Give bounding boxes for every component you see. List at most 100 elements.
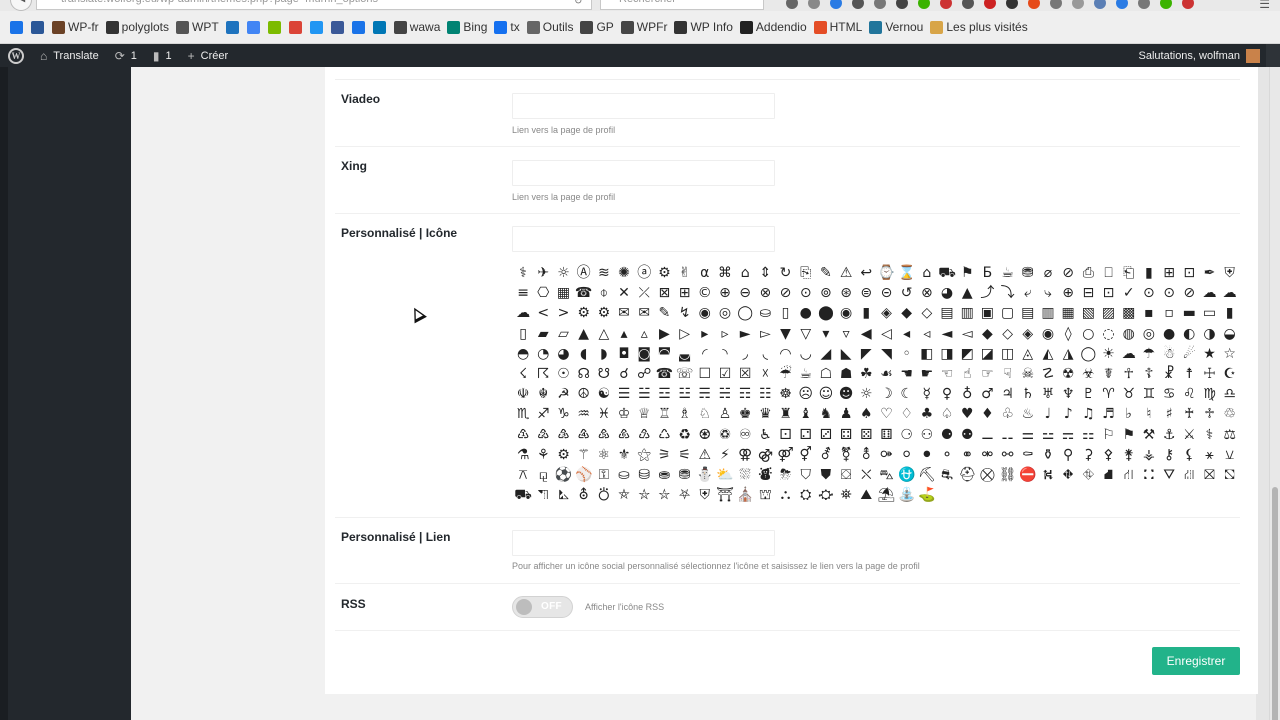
icon-option-icon[interactable]: ⚴ [1098,445,1118,465]
icon-option-icon[interactable]: ◈ [876,303,896,323]
icon-option-icon[interactable]: ⊜ [856,283,876,303]
icon-option-icon[interactable]: ♮ [1139,404,1159,424]
icon-option-icon[interactable]: ⚣ [755,445,775,465]
back-button[interactable]: ◀ [10,0,32,11]
icon-option-icon[interactable]: ⚖ [1220,425,1240,445]
icon-option-icon[interactable]: ◛ [675,344,695,364]
icon-option-icon[interactable]: ⛦ [654,485,674,505]
icon-option-icon[interactable]: ⚼ [533,465,553,485]
icon-option-icon[interactable]: ◌ [1098,324,1118,344]
icon-option-icon[interactable]: ⛓ [998,465,1018,485]
icon-option-icon[interactable]: ♑ [553,404,573,424]
icon-option-icon[interactable]: ⊡ [1179,263,1199,283]
ext-icon[interactable] [1116,0,1128,9]
icon-option-icon[interactable]: ♲ [1220,404,1240,424]
icon-option-icon[interactable]: ☧ [1159,364,1179,384]
icon-option-icon[interactable]: ⚀ [775,425,795,445]
icon-option-icon[interactable]: ◥ [876,344,896,364]
icon-option-icon[interactable]: ☪ [1220,364,1240,384]
icon-option-icon[interactable]: ⚬ [937,445,957,465]
icon-option-icon[interactable]: ♁ [957,384,977,404]
bookmark-item[interactable]: WP Info [672,20,734,34]
icon-option-icon[interactable]: ♊ [1139,384,1159,404]
icon-option-icon[interactable]: ☖ [816,364,836,384]
icon-option-icon[interactable]: ↻ [775,263,795,283]
icon-option-icon[interactable]: ✌ [675,263,695,283]
icon-option-icon[interactable]: ♤ [937,404,957,424]
icon-option-icon[interactable]: ↯ [675,303,695,323]
icon-option-icon[interactable]: ☨ [1179,364,1199,384]
icon-option-icon[interactable]: ☀ [1098,344,1118,364]
url-field[interactable]: translate.wolforg.eu/wp-admin/themes.php… [36,0,592,10]
icon-option-icon[interactable]: ♒ [574,404,594,424]
icon-option-icon[interactable]: ⚶ [1139,445,1159,465]
icon-option-icon[interactable]: ⚙ [553,445,573,465]
bookmark-item[interactable] [350,20,368,34]
icon-option-icon[interactable]: ♾ [735,425,755,445]
icon-option-icon[interactable]: ⚩ [876,445,896,465]
icon-option-icon[interactable]: ▣ [977,303,997,323]
icon-option-icon[interactable]: ☷ [755,384,775,404]
icon-option-icon[interactable]: ♎ [1220,384,1240,404]
ext-icon[interactable] [962,0,974,9]
icon-option-icon[interactable]: ⛧ [675,485,695,505]
icon-option-icon[interactable]: ☕ [998,263,1018,283]
icon-option-icon[interactable]: ⛝ [1199,465,1219,485]
icon-option-icon[interactable]: ⛮ [816,485,836,505]
icon-option-icon[interactable]: ⚑ [1119,425,1139,445]
icon-option-icon[interactable]: ♛ [755,404,775,424]
icon-option-icon[interactable]: ▲ [957,283,977,303]
icon-option-icon[interactable]: ☿ [917,384,937,404]
icon-option-icon[interactable]: ◎ [715,303,735,323]
icon-option-icon[interactable]: ♃ [998,384,1018,404]
page-scrollbar[interactable] [1269,67,1280,720]
icon-option-icon[interactable]: ⛙ [1119,465,1139,485]
icon-option-icon[interactable]: ☞ [977,364,997,384]
icon-option-icon[interactable]: ⛣ [594,485,614,505]
icon-option-icon[interactable]: ☒ [735,364,755,384]
icon-option-icon[interactable]: ◇ [917,303,937,323]
icon-option-icon[interactable]: ⌀ [1038,263,1058,283]
icon-option-icon[interactable]: ♯ [1159,404,1179,424]
icon-option-icon[interactable]: ✓ [1119,283,1139,303]
icon-option-icon[interactable]: ☠ [1018,364,1038,384]
icon-option-icon[interactable]: ♐ [533,404,553,424]
icon-option-icon[interactable]: ⚚ [574,445,594,465]
icon-option-icon[interactable]: ✺ [614,263,634,283]
bookmark-item[interactable] [371,20,389,34]
icon-option-icon[interactable]: ⛃ [1018,263,1038,283]
icon-option-icon[interactable]: ☛ [917,364,937,384]
icon-option-icon[interactable]: ♂ [977,384,997,404]
icon-option-icon[interactable]: < [533,303,553,323]
icon-option-icon[interactable]: ⊘ [775,283,795,303]
icon-option-icon[interactable]: ⤵ [998,283,1018,303]
icon-option-icon[interactable]: ☩ [1199,364,1219,384]
icon-option-icon[interactable]: ☶ [735,384,755,404]
icon-option-icon[interactable]: ♨ [1018,404,1038,424]
icon-option-icon[interactable]: ⚭ [957,445,977,465]
icon-option-icon[interactable]: ♣ [917,404,937,424]
icon-option-icon[interactable]: ⚧ [836,445,856,465]
icon-option-icon[interactable]: ▾ [816,324,836,344]
icon-option-icon[interactable]: ♟ [836,404,856,424]
icon-option-icon[interactable]: ⤫ [634,283,654,303]
icon-option-icon[interactable]: ⚃ [836,425,856,445]
icon-option-icon[interactable]: ☇ [513,364,533,384]
icon-option-icon[interactable]: ▪ [1139,303,1159,323]
icon-option-icon[interactable]: ⛁ [634,465,654,485]
icon-option-icon[interactable]: ♻ [675,425,695,445]
icon-option-icon[interactable]: ◩ [957,344,977,364]
icon-option-icon[interactable]: ⊞ [1159,263,1179,283]
icon-option-icon[interactable]: ▰ [533,324,553,344]
icon-option-icon[interactable]: ✎ [654,303,674,323]
ext-icon[interactable] [874,0,886,9]
icon-option-icon[interactable]: ◔ [533,344,553,364]
icon-option-icon[interactable]: ⛅ [715,465,735,485]
download-icon[interactable] [830,0,842,9]
icon-option-icon[interactable]: ⎔ [533,283,553,303]
icon-option-icon[interactable]: ⊗ [917,283,937,303]
icon-option-icon[interactable]: ☴ [695,384,715,404]
ext-icon[interactable] [940,0,952,9]
icon-option-icon[interactable]: ◊ [1058,324,1078,344]
icon-option-icon[interactable]: ♉ [1119,384,1139,404]
